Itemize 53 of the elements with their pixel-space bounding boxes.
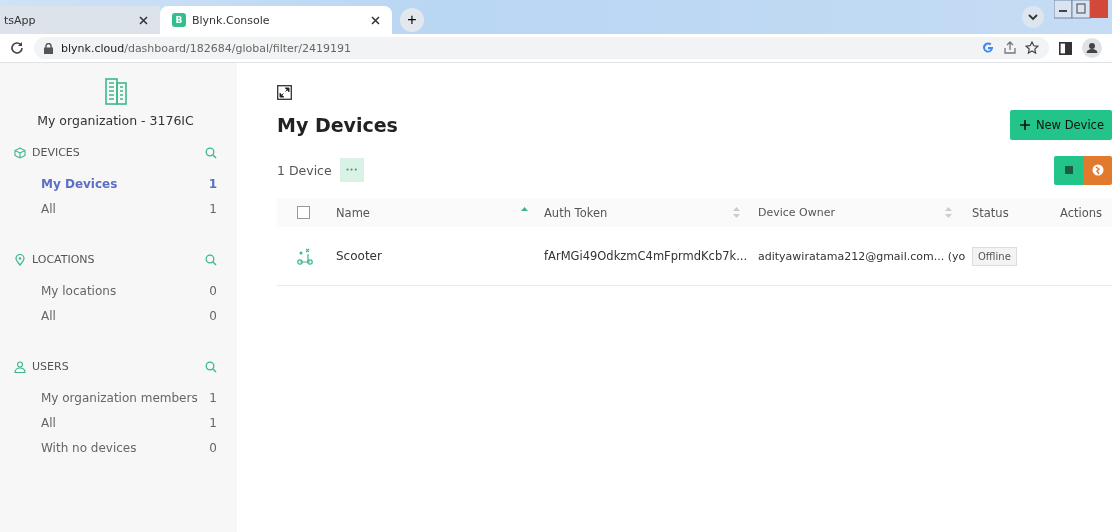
building-icon	[104, 77, 127, 105]
window-controls-drawing[interactable]	[1054, 0, 1108, 20]
browser-tab[interactable]: B Blynk.Console	[160, 6, 392, 34]
new-device-button[interactable]: New Device	[1009, 110, 1112, 140]
user-icon	[14, 360, 26, 373]
lock-icon	[44, 42, 53, 54]
new-tab-button[interactable]: +	[400, 8, 424, 32]
profile-icon[interactable]	[1082, 38, 1102, 58]
status-badge: Offline	[972, 247, 1017, 266]
tab-favicon-icon: B	[172, 13, 186, 27]
column-header[interactable]: Actions	[1060, 205, 1102, 220]
search-icon[interactable]	[205, 360, 217, 373]
share-icon[interactable]	[1003, 41, 1017, 55]
sidebar-item[interactable]: With no devices 0	[14, 435, 217, 460]
close-icon[interactable]	[139, 15, 148, 25]
reload-icon[interactable]	[10, 41, 24, 55]
page-title: My Devices	[277, 114, 398, 136]
location-pin-icon	[14, 253, 26, 266]
sidebar-item[interactable]: All 1	[14, 410, 217, 435]
organization-name: My organization - 3176IC	[36, 113, 195, 128]
section-title: DEVICES	[32, 146, 80, 159]
sidebar-item[interactable]: My Devices 1	[14, 171, 217, 196]
column-header[interactable]: Device Owner	[758, 206, 836, 219]
cube-icon	[14, 146, 26, 159]
address-bar[interactable]: blynk.cloud/dashboard/182684/global/filter/2419191	[34, 37, 1049, 59]
chevron-down-icon[interactable]	[1022, 6, 1044, 28]
side-panel-icon[interactable]	[1059, 41, 1072, 55]
sidebar-item[interactable]: All 1	[14, 196, 217, 221]
column-header[interactable]: Name	[336, 205, 370, 220]
google-icon[interactable]	[981, 41, 995, 55]
list-view-button[interactable]	[1054, 155, 1083, 185]
sidebar-item[interactable]: All 0	[14, 303, 217, 328]
column-header[interactable]: Auth Token	[544, 205, 608, 220]
browser-tab[interactable]: tsApp	[0, 6, 160, 34]
search-icon[interactable]	[205, 146, 217, 159]
select-all-checkbox[interactable]	[297, 206, 310, 219]
star-icon[interactable]	[1025, 41, 1039, 55]
globe-icon	[1091, 164, 1104, 176]
sidebar-item[interactable]: My organization members 1	[14, 385, 217, 410]
close-icon[interactable]	[371, 15, 380, 25]
table-cell: fArMGi49OdkzmC4mFprmdKcb7k...	[544, 249, 748, 263]
sidebar-item[interactable]: My locations 0	[14, 278, 217, 303]
table-cell: adityawiratama212@gmail.com... (yo	[758, 249, 966, 263]
list-icon	[1064, 166, 1073, 174]
expand-icon[interactable]	[277, 85, 292, 100]
address-text: blynk.cloud/dashboard/182684/global/filter/2419191	[61, 41, 352, 55]
search-icon[interactable]	[205, 253, 217, 266]
plus-icon	[1019, 120, 1030, 130]
device-count: 1 Device	[277, 162, 332, 178]
section-title: LOCATIONS	[32, 253, 95, 266]
section-title: USERS	[32, 360, 69, 373]
column-header[interactable]: Status	[972, 205, 1009, 220]
device-name[interactable]: Scooter	[336, 249, 382, 263]
